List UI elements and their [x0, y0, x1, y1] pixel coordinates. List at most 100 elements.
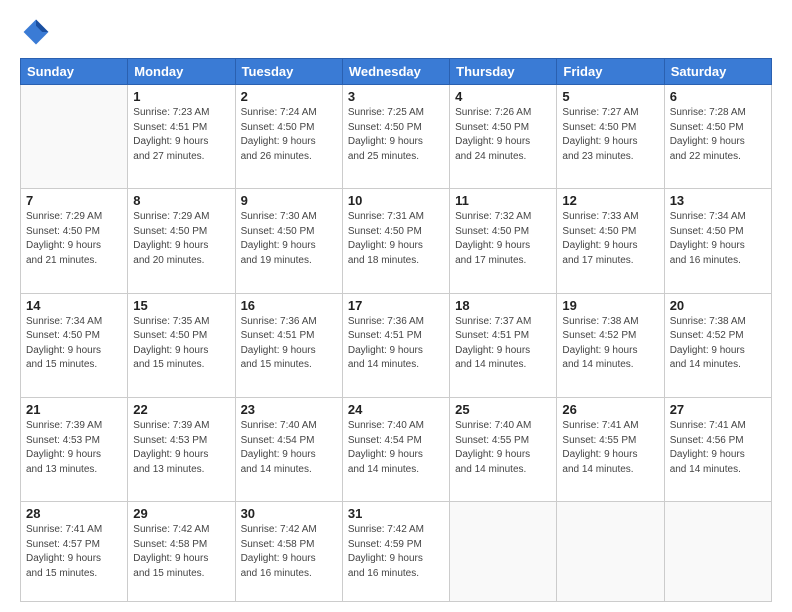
calendar-cell [450, 502, 557, 602]
day-info: Sunrise: 7:41 AMSunset: 4:55 PMDaylight:… [562, 419, 658, 477]
day-number: 22 [133, 402, 229, 417]
day-info: Sunrise: 7:25 AMSunset: 4:50 PMDaylight:… [348, 106, 444, 164]
day-number: 4 [455, 89, 551, 104]
calendar-cell: 25 Sunrise: 7:40 AMSunset: 4:55 PMDayligh… [450, 398, 557, 502]
day-number: 12 [562, 193, 658, 208]
week-row-5: 28 Sunrise: 7:41 AMSunset: 4:57 PMDayligh… [21, 502, 772, 602]
calendar-cell: 31 Sunrise: 7:42 AMSunset: 4:59 PMDayligh… [342, 502, 449, 602]
day-info: Sunrise: 7:38 AMSunset: 4:52 PMDaylight:… [670, 315, 766, 373]
day-info: Sunrise: 7:36 AMSunset: 4:51 PMDaylight:… [241, 315, 337, 373]
calendar-cell: 15 Sunrise: 7:35 AMSunset: 4:50 PMDayligh… [128, 293, 235, 397]
day-number: 29 [133, 506, 229, 521]
day-number: 26 [562, 402, 658, 417]
day-info: Sunrise: 7:40 AMSunset: 4:54 PMDaylight:… [348, 419, 444, 477]
logo [20, 16, 56, 48]
day-number: 27 [670, 402, 766, 417]
day-number: 28 [26, 506, 122, 521]
day-info: Sunrise: 7:35 AMSunset: 4:50 PMDaylight:… [133, 315, 229, 373]
day-number: 6 [670, 89, 766, 104]
calendar-cell: 7 Sunrise: 7:29 AMSunset: 4:50 PMDaylight… [21, 189, 128, 293]
calendar-cell: 28 Sunrise: 7:41 AMSunset: 4:57 PMDayligh… [21, 502, 128, 602]
day-info: Sunrise: 7:31 AMSunset: 4:50 PMDaylight:… [348, 210, 444, 268]
calendar-cell: 13 Sunrise: 7:34 AMSunset: 4:50 PMDayligh… [664, 189, 771, 293]
header-row: SundayMondayTuesdayWednesdayThursdayFrid… [21, 59, 772, 85]
day-info: Sunrise: 7:34 AMSunset: 4:50 PMDaylight:… [670, 210, 766, 268]
calendar-cell: 22 Sunrise: 7:39 AMSunset: 4:53 PMDayligh… [128, 398, 235, 502]
day-info: Sunrise: 7:41 AMSunset: 4:56 PMDaylight:… [670, 419, 766, 477]
day-number: 13 [670, 193, 766, 208]
header [20, 16, 772, 48]
day-info: Sunrise: 7:38 AMSunset: 4:52 PMDaylight:… [562, 315, 658, 373]
calendar-cell [664, 502, 771, 602]
calendar-cell: 29 Sunrise: 7:42 AMSunset: 4:58 PMDayligh… [128, 502, 235, 602]
day-info: Sunrise: 7:40 AMSunset: 4:54 PMDaylight:… [241, 419, 337, 477]
header-wednesday: Wednesday [342, 59, 449, 85]
day-info: Sunrise: 7:26 AMSunset: 4:50 PMDaylight:… [455, 106, 551, 164]
day-number: 11 [455, 193, 551, 208]
header-friday: Friday [557, 59, 664, 85]
calendar-cell: 18Sunrise: 7:37 AMSunset: 4:51 PMDayligh… [450, 293, 557, 397]
day-info: Sunrise: 7:39 AMSunset: 4:53 PMDaylight:… [133, 419, 229, 477]
week-row-1: 1Sunrise: 7:23 AMSunset: 4:51 PMDaylight… [21, 85, 772, 189]
day-number: 9 [241, 193, 337, 208]
day-number: 7 [26, 193, 122, 208]
calendar-body: 1Sunrise: 7:23 AMSunset: 4:51 PMDaylight… [21, 85, 772, 602]
calendar-cell: 14 Sunrise: 7:34 AMSunset: 4:50 PMDayligh… [21, 293, 128, 397]
day-info: Sunrise: 7:27 AMSunset: 4:50 PMDaylight:… [562, 106, 658, 164]
day-number: 19 [562, 298, 658, 313]
calendar-cell: 11 Sunrise: 7:32 AMSunset: 4:50 PMDayligh… [450, 189, 557, 293]
calendar-cell: 19 Sunrise: 7:38 AMSunset: 4:52 PMDayligh… [557, 293, 664, 397]
calendar-cell: 17 Sunrise: 7:36 AMSunset: 4:51 PMDayligh… [342, 293, 449, 397]
calendar-cell: 27 Sunrise: 7:41 AMSunset: 4:56 PMDayligh… [664, 398, 771, 502]
day-number: 10 [348, 193, 444, 208]
day-number: 25 [455, 402, 551, 417]
calendar-cell: 21 Sunrise: 7:39 AMSunset: 4:53 PMDayligh… [21, 398, 128, 502]
day-info: Sunrise: 7:40 AMSunset: 4:55 PMDaylight:… [455, 419, 551, 477]
day-number: 20 [670, 298, 766, 313]
day-info: Sunrise: 7:42 AMSunset: 4:58 PMDaylight:… [133, 523, 229, 581]
day-info: Sunrise: 7:24 AMSunset: 4:50 PMDaylight:… [241, 106, 337, 164]
day-number: 21 [26, 402, 122, 417]
day-number: 16 [241, 298, 337, 313]
calendar-cell: 4 Sunrise: 7:26 AMSunset: 4:50 PMDaylight… [450, 85, 557, 189]
calendar-cell [557, 502, 664, 602]
calendar-cell: 10 Sunrise: 7:31 AMSunset: 4:50 PMDayligh… [342, 189, 449, 293]
calendar-header: SundayMondayTuesdayWednesdayThursdayFrid… [21, 59, 772, 85]
calendar-cell: 23 Sunrise: 7:40 AMSunset: 4:54 PMDayligh… [235, 398, 342, 502]
calendar-cell: 5 Sunrise: 7:27 AMSunset: 4:50 PMDaylight… [557, 85, 664, 189]
week-row-4: 21 Sunrise: 7:39 AMSunset: 4:53 PMDayligh… [21, 398, 772, 502]
day-info: Sunrise: 7:39 AMSunset: 4:53 PMDaylight:… [26, 419, 122, 477]
day-number: 8 [133, 193, 229, 208]
day-info: Sunrise: 7:42 AMSunset: 4:59 PMDaylight:… [348, 523, 444, 581]
header-saturday: Saturday [664, 59, 771, 85]
day-info: Sunrise: 7:32 AMSunset: 4:50 PMDaylight:… [455, 210, 551, 268]
day-number: 24 [348, 402, 444, 417]
day-info: Sunrise: 7:34 AMSunset: 4:50 PMDaylight:… [26, 315, 122, 373]
logo-icon [20, 16, 52, 48]
day-number: 23 [241, 402, 337, 417]
calendar-cell: 9 Sunrise: 7:30 AMSunset: 4:50 PMDaylight… [235, 189, 342, 293]
day-number: 3 [348, 89, 444, 104]
day-info: Sunrise: 7:30 AMSunset: 4:50 PMDaylight:… [241, 210, 337, 268]
day-info: Sunrise: 7:29 AMSunset: 4:50 PMDaylight:… [26, 210, 122, 268]
header-thursday: Thursday [450, 59, 557, 85]
day-number: 17 [348, 298, 444, 313]
calendar-cell: 3 Sunrise: 7:25 AMSunset: 4:50 PMDaylight… [342, 85, 449, 189]
calendar-cell: 20 Sunrise: 7:38 AMSunset: 4:52 PMDayligh… [664, 293, 771, 397]
calendar-cell: 6 Sunrise: 7:28 AMSunset: 4:50 PMDaylight… [664, 85, 771, 189]
day-number: 15 [133, 298, 229, 313]
day-number: 5 [562, 89, 658, 104]
calendar: SundayMondayTuesdayWednesdayThursdayFrid… [20, 58, 772, 602]
day-number: 31 [348, 506, 444, 521]
calendar-cell: 30Sunrise: 7:42 AMSunset: 4:58 PMDayligh… [235, 502, 342, 602]
calendar-cell: 16 Sunrise: 7:36 AMSunset: 4:51 PMDayligh… [235, 293, 342, 397]
calendar-cell: 12 Sunrise: 7:33 AMSunset: 4:50 PMDayligh… [557, 189, 664, 293]
header-monday: Monday [128, 59, 235, 85]
day-number: 14 [26, 298, 122, 313]
day-info: Sunrise: 7:36 AMSunset: 4:51 PMDaylight:… [348, 315, 444, 373]
day-info: Sunrise: 7:33 AMSunset: 4:50 PMDaylight:… [562, 210, 658, 268]
day-info: Sunrise: 7:41 AMSunset: 4:57 PMDaylight:… [26, 523, 122, 581]
calendar-cell [21, 85, 128, 189]
day-info: Sunrise: 7:28 AMSunset: 4:50 PMDaylight:… [670, 106, 766, 164]
day-info: Sunrise: 7:23 AMSunset: 4:51 PMDaylight:… [133, 106, 229, 164]
